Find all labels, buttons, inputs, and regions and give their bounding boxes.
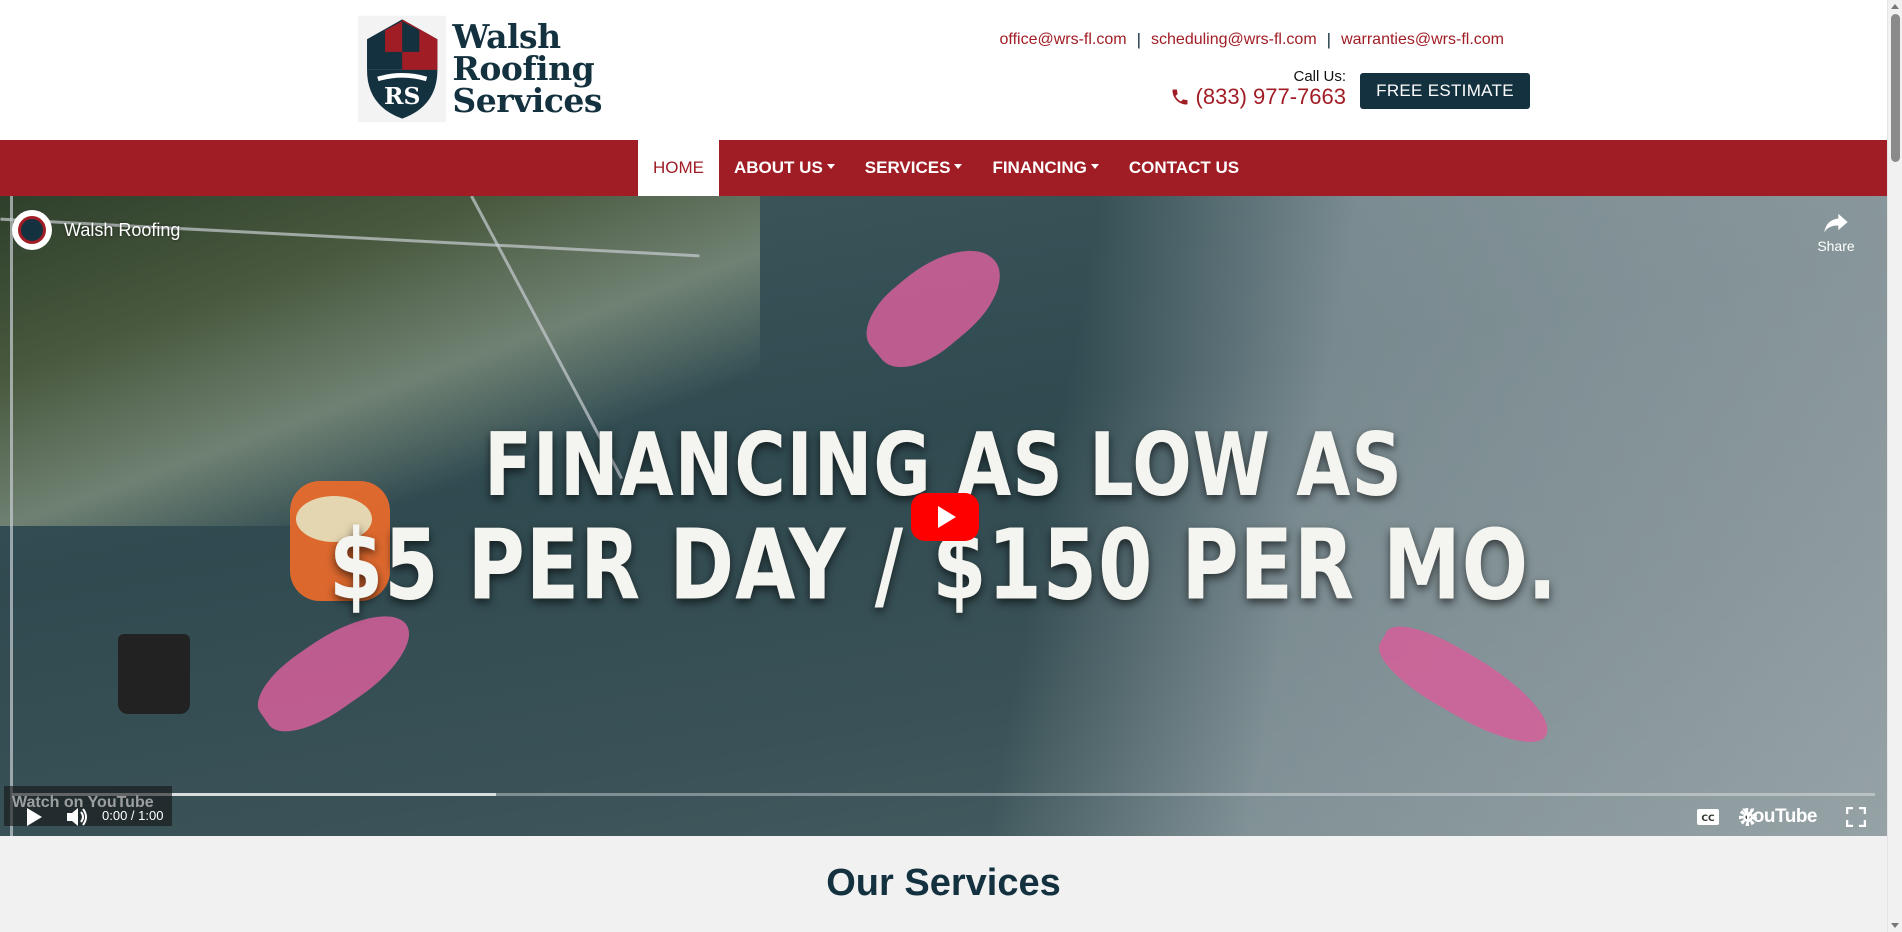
video-controls: 0:00 / 1:00 CC YouTube xyxy=(0,798,1887,836)
page: RS Walsh Roofing Services office@wrs-fl.… xyxy=(0,0,1902,932)
contact-emails: office@wrs-fl.com | scheduling@wrs-fl.co… xyxy=(1000,30,1504,50)
video-title[interactable]: Walsh Roofing xyxy=(64,220,180,241)
caret-down-icon xyxy=(826,163,835,169)
video-progress-bar[interactable] xyxy=(12,793,1875,796)
free-estimate-button[interactable]: FREE ESTIMATE xyxy=(1360,73,1530,109)
section-title: Our Services xyxy=(826,862,1061,904)
scrollbar-thumb[interactable] xyxy=(1891,14,1900,162)
nav-item-label: HOME xyxy=(653,158,704,177)
nav-item-label: CONTACT US xyxy=(1128,158,1240,177)
scroll-up-arrow-icon[interactable] xyxy=(1891,4,1899,9)
play-icon xyxy=(938,506,956,528)
share-arrow-icon xyxy=(1824,213,1848,233)
nav-item-label: SERVICES xyxy=(864,158,951,177)
site-logo[interactable]: RS Walsh Roofing Services xyxy=(358,10,602,128)
video-play-button[interactable] xyxy=(911,493,979,541)
video-scene-tarp xyxy=(1367,612,1563,760)
email-link-scheduling[interactable]: scheduling@wrs-fl.com xyxy=(1151,31,1317,49)
logo-wordmark: Walsh Roofing Services xyxy=(452,20,602,120)
fullscreen-icon xyxy=(1846,807,1866,827)
channel-logo-icon xyxy=(18,216,46,244)
main-nav: HOME ABOUT US SERVICES FINANCING CONTACT… xyxy=(0,140,1887,196)
phone-number: (833) 977-7663 xyxy=(1195,84,1346,109)
video-channel-header[interactable]: Walsh Roofing xyxy=(12,210,180,250)
play-icon xyxy=(27,808,42,826)
caret-down-icon xyxy=(954,163,963,169)
email-separator: | xyxy=(1136,30,1142,49)
channel-avatar[interactable] xyxy=(12,210,52,250)
video-scene-tarp xyxy=(851,227,1019,385)
email-link-office[interactable]: office@wrs-fl.com xyxy=(1000,31,1127,49)
play-control-button[interactable] xyxy=(20,804,48,830)
logo-shield-icon: RS xyxy=(358,15,447,123)
volume-button[interactable] xyxy=(62,804,92,830)
caret-down-icon xyxy=(1090,163,1099,169)
page-scrollbar[interactable] xyxy=(1887,0,1902,932)
fullscreen-button[interactable] xyxy=(1842,804,1870,830)
svg-text:RS: RS xyxy=(384,82,420,110)
nav-item-home[interactable]: HOME xyxy=(638,140,719,196)
video-time: 0:00 / 1:00 xyxy=(102,808,164,823)
phone-link[interactable]: (833) 977-7663 xyxy=(1170,84,1346,110)
call-us-label: Call Us: xyxy=(1293,68,1346,85)
captions-button[interactable]: CC xyxy=(1694,806,1722,828)
call-us-block: Call Us: (833) 977-7663 xyxy=(1170,68,1346,110)
services-section: Our Services xyxy=(0,836,1887,932)
scroll-down-arrow-icon[interactable] xyxy=(1891,923,1899,928)
site-header: RS Walsh Roofing Services office@wrs-fl.… xyxy=(0,0,1887,140)
video-scene-bucket xyxy=(118,634,190,714)
nav-items: HOME ABOUT US SERVICES FINANCING CONTACT… xyxy=(638,140,1254,196)
nav-item-label: FINANCING xyxy=(992,158,1087,177)
nav-item-label: ABOUT US xyxy=(734,158,823,177)
svg-text:CC: CC xyxy=(1701,814,1715,824)
email-separator: | xyxy=(1326,30,1332,49)
phone-icon xyxy=(1172,89,1188,105)
nav-item-financing[interactable]: FINANCING xyxy=(977,140,1113,196)
nav-item-services[interactable]: SERVICES xyxy=(850,140,978,196)
youtube-video-embed[interactable]: Walsh Roofing Share FINANCING AS LOW AS … xyxy=(0,196,1887,836)
share-button[interactable]: Share xyxy=(1811,208,1861,254)
captions-icon: CC xyxy=(1697,809,1719,825)
youtube-logo[interactable]: YouTube xyxy=(1742,806,1817,828)
logo-line-3: Services xyxy=(452,81,602,120)
email-link-warranties[interactable]: warranties@wrs-fl.com xyxy=(1341,31,1504,49)
volume-icon xyxy=(67,808,87,826)
share-label: Share xyxy=(1817,238,1855,254)
nav-item-about-us[interactable]: ABOUT US xyxy=(719,140,850,196)
nav-item-contact-us[interactable]: CONTACT US xyxy=(1114,140,1254,196)
